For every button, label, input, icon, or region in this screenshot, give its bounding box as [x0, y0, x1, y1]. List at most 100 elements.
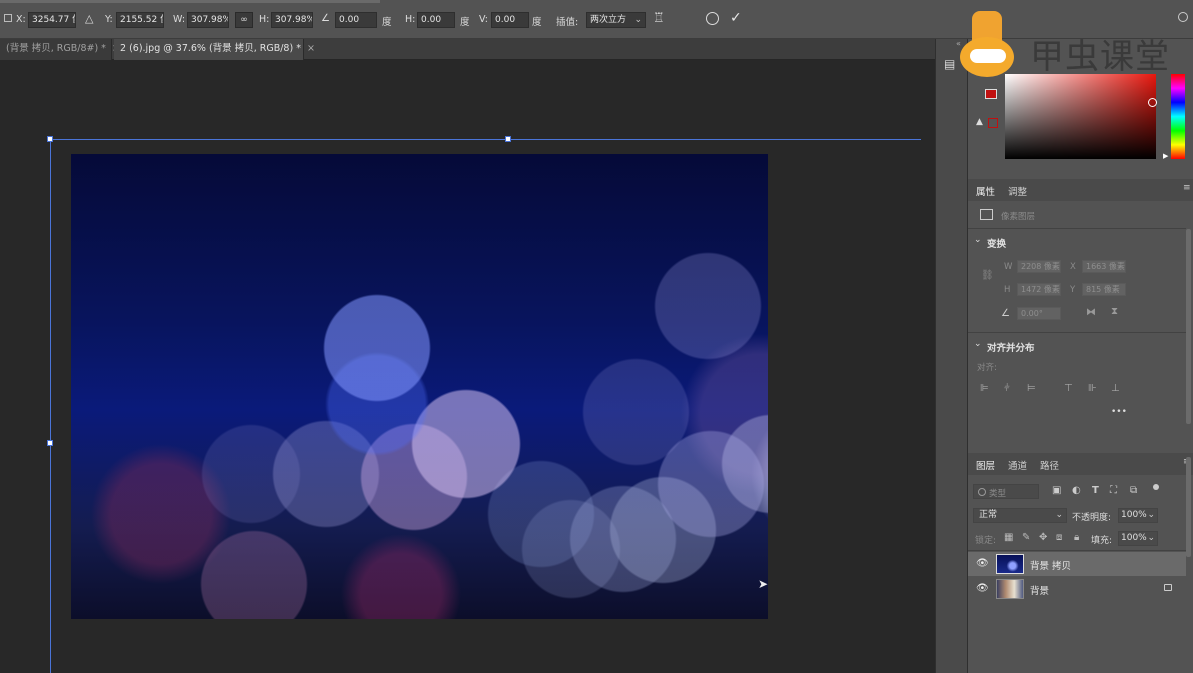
delta-icon[interactable]: △: [85, 12, 93, 25]
web-safe-swatch[interactable]: [988, 118, 998, 128]
more-options-icon[interactable]: •••: [1111, 407, 1127, 417]
transform-handle-middle-left[interactable]: [47, 440, 53, 446]
transform-handle-top-center[interactable]: [505, 136, 511, 142]
filter-shape-icon[interactable]: ⛶: [1110, 485, 1117, 496]
hskew-label: H:: [405, 14, 416, 25]
layer-name[interactable]: 背景: [1030, 583, 1049, 597]
vskew-field[interactable]: 0.00: [491, 12, 529, 28]
rotate-field[interactable]: 0.00°: [1017, 307, 1061, 320]
history-icon[interactable]: ▤: [944, 57, 955, 71]
y-label: Y:: [105, 14, 113, 25]
height-field[interactable]: 307.98%: [271, 12, 313, 28]
layers-scrollbar[interactable]: [1186, 457, 1191, 557]
align-left-icon[interactable]: ⊫: [980, 383, 989, 394]
hue-slider-marker-icon[interactable]: ▶: [1163, 152, 1168, 160]
search-icon[interactable]: [1178, 12, 1188, 22]
layers-panel-header: 图层 通道 路径 ≡: [968, 453, 1193, 475]
filter-adjustment-icon[interactable]: ◐: [1072, 485, 1081, 496]
chevron-down-icon[interactable]: ⌄: [974, 235, 982, 245]
tab-document-2[interactable]: 2 (6).jpg @ 37.6% (背景 拷贝, RGB/8) * ×: [114, 39, 315, 60]
tab-channels[interactable]: 通道: [1008, 458, 1027, 472]
foreground-swatch[interactable]: [985, 89, 997, 99]
fill-field[interactable]: 100% ⌄: [1118, 531, 1158, 546]
rotate-field[interactable]: 0.00: [335, 12, 377, 28]
layer-name[interactable]: 背景 拷贝: [1030, 558, 1071, 572]
rotate-angle-icon: ∠: [1001, 308, 1010, 319]
hue-slider[interactable]: [1171, 74, 1185, 159]
transform-bound-top[interactable]: [50, 139, 921, 140]
fill-label: 填充:: [1091, 536, 1113, 546]
menu-remnant: [0, 0, 380, 3]
lock-artboard-icon[interactable]: ⧈: [1056, 532, 1062, 543]
y-field[interactable]: 815 像素: [1082, 283, 1126, 296]
align-hcenter-icon[interactable]: ⫩: [1004, 383, 1010, 394]
link-icon[interactable]: ⛓: [981, 270, 994, 281]
tab-document-1[interactable]: (背景 拷贝, RGB/8#) *×: [0, 39, 120, 60]
chevron-down-icon: ⌄: [1147, 510, 1155, 520]
align-top-icon[interactable]: ⊤: [1064, 383, 1073, 394]
y-label: Y: [1070, 285, 1076, 295]
x-field[interactable]: 3254.77 像: [28, 12, 76, 28]
lock-all-icon[interactable]: 🔒︎: [1074, 532, 1079, 543]
color-picker-marker[interactable]: [1148, 98, 1157, 107]
filter-type-icon[interactable]: T: [1092, 485, 1099, 496]
width-field[interactable]: 2208 像素: [1017, 260, 1061, 273]
chevron-down-icon: ⌄: [1147, 533, 1155, 543]
blend-mode-select[interactable]: 正常 ⌄: [973, 508, 1067, 523]
panel-menu-icon[interactable]: ≡: [1183, 183, 1191, 193]
chevron-down-icon[interactable]: ⌄: [974, 339, 982, 349]
link-icon[interactable]: ∞: [235, 12, 253, 28]
rotate-unit: 度: [382, 17, 392, 28]
right-panel-dock: 甲虫课堂 ▲ ▶ 属性 调整 ≡ 像素图层 ⌄ 变换 ⛓ W 2208 像素 X…: [960, 11, 1193, 673]
transform-handle-top-left[interactable]: [47, 136, 53, 142]
align-bottom-icon[interactable]: ⊥: [1111, 383, 1120, 394]
tab-properties[interactable]: 属性: [976, 184, 995, 198]
h-label: H: [1004, 285, 1011, 295]
flip-horizontal-icon[interactable]: ⧓: [1086, 307, 1096, 318]
cancel-transform-icon[interactable]: [706, 12, 719, 25]
x-label: X: [1070, 262, 1076, 272]
bokeh-image[interactable]: [71, 154, 768, 619]
layer-row[interactable]: 👁︎ 背景: [968, 577, 1186, 601]
align-vcenter-icon[interactable]: ⊪: [1088, 383, 1097, 394]
align-right-icon[interactable]: ⊨: [1027, 383, 1036, 394]
blend-mode-value: 正常: [979, 510, 998, 520]
filter-smartobject-icon[interactable]: ⧉: [1130, 485, 1137, 496]
lock-transparent-icon[interactable]: ▦: [1004, 532, 1013, 543]
filter-toggle-icon[interactable]: [1153, 484, 1159, 490]
tab-layers[interactable]: 图层: [976, 458, 995, 472]
interpolation-select[interactable]: 两次立方 ⌄: [586, 12, 646, 28]
lock-move-icon[interactable]: ✥: [1039, 532, 1047, 543]
reference-point-icon[interactable]: [4, 14, 12, 22]
filter-pixel-icon[interactable]: ▣: [1052, 485, 1061, 496]
layer-filter-placeholder: 类型: [989, 489, 1007, 499]
lock-brush-icon[interactable]: ✎: [1022, 532, 1030, 543]
commit-transform-icon[interactable]: ✓: [730, 10, 742, 26]
chevron-down-icon: ⌄: [634, 15, 642, 25]
tab-adjustments[interactable]: 调整: [1008, 184, 1027, 198]
warp-icon[interactable]: ♖: [653, 11, 665, 26]
visibility-eye-icon[interactable]: 👁︎: [976, 583, 989, 594]
transform-bound-left[interactable]: [50, 139, 51, 673]
color-field[interactable]: [1005, 74, 1157, 159]
flip-vertical-icon[interactable]: ⧗: [1111, 306, 1118, 317]
x-field[interactable]: 1663 像素: [1082, 260, 1126, 273]
layer-kind-label: 像素图层: [1001, 212, 1036, 222]
chevron-down-icon: ⌄: [1055, 510, 1063, 520]
align-section-title: 对齐并分布: [987, 343, 1035, 354]
layer-row[interactable]: 👁︎ 背景 拷贝: [968, 552, 1186, 576]
height-field[interactable]: 1472 像素: [1017, 283, 1061, 296]
lock-icon[interactable]: [1164, 584, 1172, 591]
h-label: H:: [259, 14, 270, 25]
opacity-field[interactable]: 100% ⌄: [1118, 508, 1158, 523]
width-field[interactable]: 307.98%: [187, 12, 229, 28]
layer-filter-select[interactable]: 类型: [973, 484, 1039, 499]
properties-scrollbar[interactable]: [1186, 229, 1191, 424]
close-icon[interactable]: ×: [307, 43, 315, 54]
hskew-field[interactable]: 0.00: [417, 12, 455, 28]
canvas-area[interactable]: ➤: [0, 60, 921, 673]
tab-paths[interactable]: 路径: [1040, 458, 1059, 472]
visibility-eye-icon[interactable]: 👁︎: [976, 558, 989, 569]
rotate-angle-icon: ∠: [321, 13, 330, 24]
y-field[interactable]: 2155.52 像: [116, 12, 164, 28]
